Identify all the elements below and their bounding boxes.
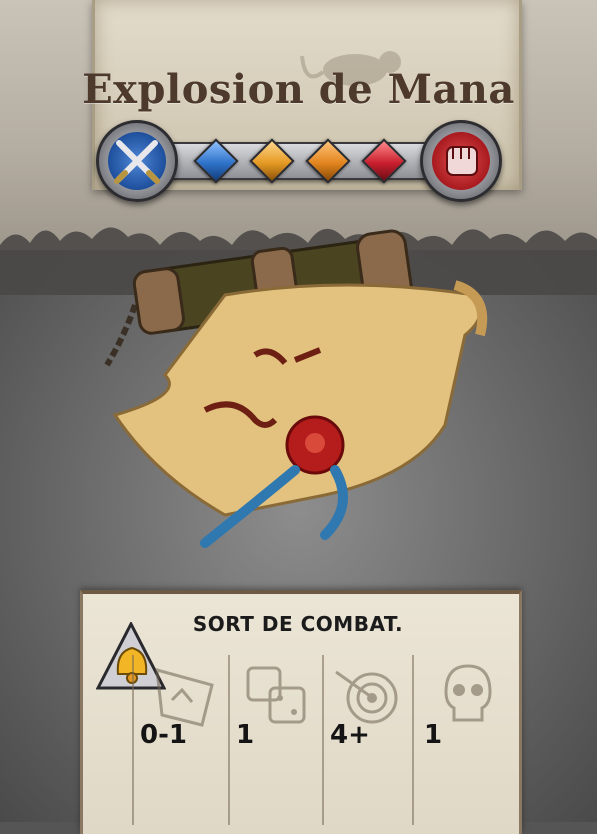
attack-medallion <box>96 120 178 202</box>
skull-icon <box>444 664 492 722</box>
melee-medallion <box>420 120 502 202</box>
stat-value-target: 4+ <box>330 720 370 750</box>
stat-value-damage: 1 <box>424 720 443 750</box>
stat-value-dice: 1 <box>236 720 255 750</box>
crossed-swords-icon <box>114 140 160 184</box>
card-title: Explosion de Mana <box>82 66 515 113</box>
stat-value-range: 0-1 <box>140 720 187 750</box>
spell-scroll-illustration <box>104 229 488 548</box>
fist-icon <box>446 146 478 176</box>
